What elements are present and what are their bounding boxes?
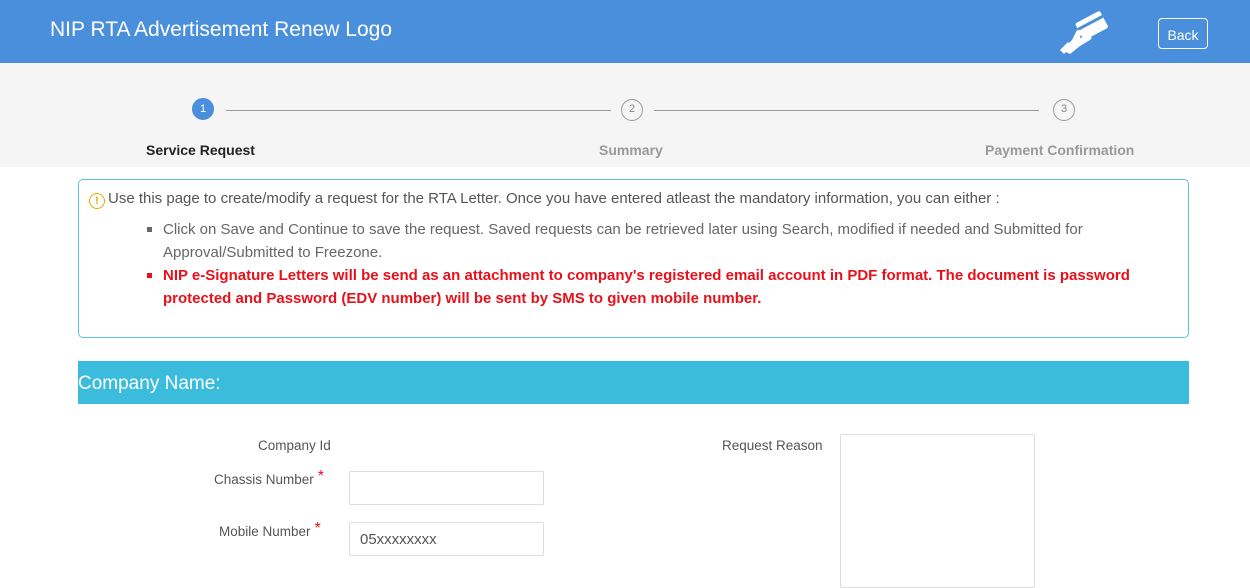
step-1-circle[interactable]: 1 (192, 98, 214, 120)
mobile-number-label: Mobile Number * (219, 520, 321, 541)
required-mark: * (317, 468, 325, 485)
step-3-label[interactable]: Payment Confirmation (985, 142, 1134, 158)
step-connector (654, 110, 1039, 111)
page-title: NIP RTA Advertisement Renew Logo (50, 18, 393, 41)
step-3-circle[interactable]: 3 (1053, 99, 1075, 121)
info-bullet-signature-warning: NIP e-Signature Letters will be send as … (147, 264, 1167, 310)
step-2-circle[interactable]: 2 (621, 99, 643, 121)
section-title: Company Name: (78, 373, 221, 394)
chassis-number-label: Chassis Number * (214, 468, 325, 489)
request-reason-textarea[interactable] (840, 434, 1035, 588)
app-header: NIP RTA Advertisement Renew Logo Back (0, 0, 1250, 63)
chassis-number-label-text: Chassis Number (214, 472, 314, 487)
step-wizard: 1 2 3 Service Request Summary Payment Co… (0, 63, 1250, 167)
step-2-label[interactable]: Summary (599, 142, 663, 158)
info-intro: ! Use this page to create/modify a reques… (89, 190, 1000, 209)
mobile-number-input[interactable] (349, 522, 544, 556)
request-reason-label: Request Reason (722, 438, 823, 453)
chassis-number-input[interactable] (349, 471, 544, 505)
step-connector (226, 110, 611, 111)
step-1-label[interactable]: Service Request (146, 142, 255, 158)
company-id-label: Company Id (258, 438, 331, 453)
info-intro-text: Use this page to create/modify a request… (108, 190, 1000, 207)
info-icon: ! (89, 193, 105, 209)
mobile-number-label-text: Mobile Number (219, 524, 311, 539)
company-section-header: Company Name: (78, 361, 1189, 404)
required-mark: * (314, 520, 321, 537)
back-button[interactable]: Back (1158, 18, 1208, 49)
hand-card-icon (1060, 11, 1108, 54)
info-panel: ! Use this page to create/modify a reques… (78, 179, 1189, 338)
info-list: Click on Save and Continue to save the r… (147, 218, 1167, 310)
info-bullet-save: Click on Save and Continue to save the r… (147, 218, 1167, 264)
